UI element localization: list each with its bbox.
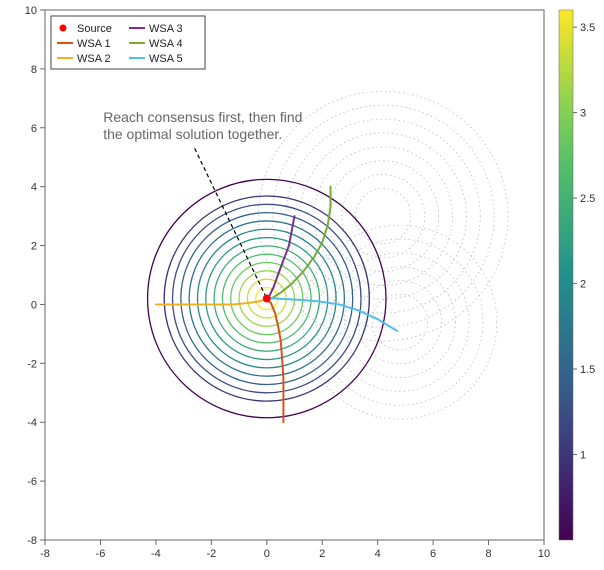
ghost-contour <box>317 239 483 405</box>
colorbar-tick-label: 1.5 <box>580 364 595 376</box>
y-tick-label: -8 <box>27 535 37 547</box>
legend-marker <box>60 25 67 32</box>
x-tick-label: -8 <box>40 548 50 560</box>
ghost-contour <box>314 147 453 286</box>
trajectory-wsa-1 <box>268 300 283 422</box>
colorbar-tick-label: 2 <box>580 279 586 291</box>
colorbar-tick-label: 2.5 <box>580 193 595 205</box>
ghost-contour <box>355 188 410 243</box>
colorbar-tick-label: 1 <box>580 450 586 462</box>
ghost-contour <box>344 267 455 378</box>
x-tick-label: -2 <box>206 548 216 560</box>
legend-label: WSA 3 <box>149 23 183 35</box>
ghost-contour <box>286 119 480 313</box>
y-tick-label: 0 <box>31 299 37 311</box>
legend-label: WSA 1 <box>77 38 111 50</box>
colorbar-tick-label: 3.5 <box>580 22 595 34</box>
legend-label: Source <box>77 23 112 35</box>
trajectory-wsa-5 <box>268 299 397 331</box>
x-tick-label: 8 <box>485 548 491 560</box>
y-tick-label: 10 <box>25 5 37 17</box>
y-tick-label: 8 <box>31 64 37 76</box>
colorbar <box>559 10 573 540</box>
ghost-contour <box>258 91 508 341</box>
x-tick-label: 4 <box>375 548 381 560</box>
annotation-leader <box>195 148 267 298</box>
x-tick-label: -4 <box>151 548 161 560</box>
x-tick-label: 6 <box>430 548 436 560</box>
y-tick-label: 6 <box>31 123 37 135</box>
x-tick-label: -6 <box>96 548 106 560</box>
ghost-contour <box>272 105 494 327</box>
colorbar-tick-label: 3 <box>580 108 586 120</box>
x-tick-label: 0 <box>264 548 270 560</box>
annotation-text: Reach consensus first, then find <box>103 109 302 125</box>
source-point <box>263 295 271 303</box>
ghost-contour <box>358 281 441 364</box>
trajectory-plot: -8 -6 -4 -2 0 2 4 6 8 10 -8 -6 -4 -2 0 2 4 6 8 10 Reach cons… <box>0 0 604 570</box>
y-tick-label: -4 <box>27 417 37 429</box>
x-tick-label: 2 <box>319 548 325 560</box>
legend-label: WSA 5 <box>149 53 183 65</box>
legend-label: WSA 4 <box>149 38 183 50</box>
ghost-contour <box>328 161 439 272</box>
ghost-contour <box>372 294 427 349</box>
x-tick-label: 10 <box>538 548 550 560</box>
y-tick-label: -2 <box>27 358 37 370</box>
y-tick-label: -6 <box>27 476 37 488</box>
y-tick-label: 2 <box>31 241 37 253</box>
y-tick-label: 4 <box>31 182 37 194</box>
legend-label: WSA 2 <box>77 53 111 65</box>
annotation-text: the optimal solution together. <box>103 126 282 142</box>
